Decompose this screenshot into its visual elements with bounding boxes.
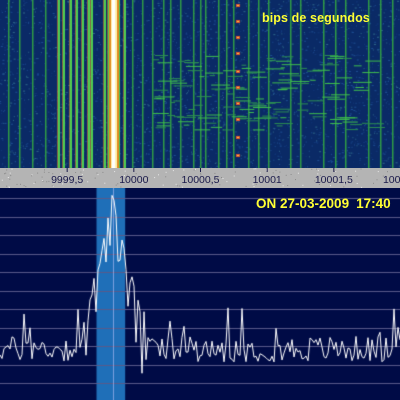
axis-noise-dot xyxy=(124,170,126,172)
axis-noise-dot xyxy=(295,179,296,181)
waterfall-display[interactable] xyxy=(0,0,400,168)
axis-noise-dot xyxy=(114,171,116,173)
axis-noise-dot xyxy=(31,175,33,177)
axis-noise-dot xyxy=(48,180,50,182)
axis-tick-label: 10001,5 xyxy=(315,174,353,186)
timestamp-label: ON 27-03-2009 17:40 xyxy=(256,196,391,211)
axis-noise-dot xyxy=(41,176,43,178)
axis-noise-dot xyxy=(253,168,255,170)
frequency-axis: 9999,5 10000 10000,5 10001 10001,5 100 xyxy=(0,168,400,188)
axis-noise-dot xyxy=(221,177,222,178)
axis-noise-dot xyxy=(287,185,289,186)
axis-noise-dot xyxy=(282,185,284,187)
axis-noise-dot xyxy=(175,183,177,185)
axis-noise-dot xyxy=(158,174,159,176)
axis-tick-label: 10001 xyxy=(253,174,282,186)
date-value: 27-03-2009 xyxy=(280,196,350,211)
axis-noise-dot xyxy=(377,171,379,173)
axis-noise-dot xyxy=(335,171,337,172)
waterfall-annotation: bips de segundos xyxy=(262,11,370,25)
axis-noise-dot xyxy=(334,170,336,172)
axis-noise-dot xyxy=(316,168,317,170)
axis-noise-dot xyxy=(162,184,164,186)
axis-noise-dot xyxy=(42,180,44,182)
axis-noise-dot xyxy=(94,177,96,179)
axis-noise-dot xyxy=(373,182,374,184)
time-value: 17:40 xyxy=(356,196,391,211)
axis-noise-dot xyxy=(10,175,12,177)
axis-noise-dot xyxy=(6,169,8,171)
axis-noise-dot xyxy=(44,169,45,171)
axis-noise-dot xyxy=(11,168,13,170)
axis-noise-dot xyxy=(376,179,378,181)
axis-noise-dot xyxy=(9,178,11,180)
axis-noise-dot xyxy=(5,172,7,174)
axis-noise-dot xyxy=(193,169,195,171)
axis-noise-dot xyxy=(31,174,33,176)
axis-noise-dot xyxy=(177,185,179,187)
axis-noise-dot xyxy=(97,174,99,176)
status-prefix: ON xyxy=(256,196,277,211)
axis-tick-label: 9999,5 xyxy=(51,174,83,186)
axis-noise-dot xyxy=(360,168,362,170)
axis-noise-dot xyxy=(285,174,287,176)
axis-noise-dot xyxy=(245,185,247,187)
axis-noise-dot xyxy=(4,173,6,175)
axis-noise-dot xyxy=(87,181,89,183)
axis-noise-dot xyxy=(37,172,39,174)
axis-noise-dot xyxy=(255,168,257,170)
axis-noise-dot xyxy=(234,171,236,173)
axis-tick-label: 100 xyxy=(383,174,400,186)
axis-noise-dot xyxy=(195,168,196,170)
axis-noise-dot xyxy=(23,185,25,187)
axis-noise-dot xyxy=(43,171,45,173)
axis-noise-dot xyxy=(275,169,277,171)
axis-noise-dot xyxy=(80,171,82,173)
axis-noise-dot xyxy=(7,177,9,178)
axis-noise-dot xyxy=(172,170,174,172)
axis-tick-label: 10000 xyxy=(119,174,148,186)
axis-noise-dot xyxy=(102,171,104,173)
axis-noise-dot xyxy=(96,172,98,174)
axis-noise-dot xyxy=(16,183,18,185)
axis-noise-dot xyxy=(9,172,11,174)
axis-noise-dot xyxy=(302,184,304,186)
axis-tick-label: 10000,5 xyxy=(182,174,220,186)
axis-noise-dot xyxy=(1,179,3,181)
axis-noise-dot xyxy=(233,175,235,177)
axis-noise-dot xyxy=(34,181,36,183)
axis-noise-dot xyxy=(117,183,119,185)
axis-noise-dot xyxy=(183,169,185,171)
axis-noise-dot xyxy=(317,170,319,172)
axis-noise-dot xyxy=(297,172,299,174)
axis-noise-dot xyxy=(165,171,167,173)
axis-noise-dot xyxy=(290,174,292,175)
axis-noise-dot xyxy=(311,168,313,170)
spectrum-display[interactable] xyxy=(0,188,400,400)
axis-noise-dot xyxy=(387,171,388,173)
axis-noise-dot xyxy=(48,172,50,173)
axis-noise-dot xyxy=(165,176,167,178)
axis-noise-dot xyxy=(82,169,84,171)
axis-noise-dot xyxy=(222,178,224,179)
axis-noise-dot xyxy=(33,182,35,184)
axis-noise-dot xyxy=(279,171,281,173)
axis-noise-dot xyxy=(226,181,228,183)
axis-noise-dot xyxy=(356,183,358,184)
axis-noise-dot xyxy=(75,172,77,173)
axis-noise-dot xyxy=(253,186,255,187)
axis-noise-dot xyxy=(6,185,8,187)
axis-noise-dot xyxy=(154,177,156,179)
axis-noise-dot xyxy=(25,186,27,188)
axis-noise-dot xyxy=(20,183,21,185)
axis-noise-dot xyxy=(104,182,106,184)
axis-noise-dot xyxy=(355,170,357,172)
axis-noise-dot xyxy=(179,185,181,187)
axis-noise-dot xyxy=(46,181,48,183)
axis-noise-dot xyxy=(356,175,358,177)
axis-noise-dot xyxy=(115,184,117,186)
